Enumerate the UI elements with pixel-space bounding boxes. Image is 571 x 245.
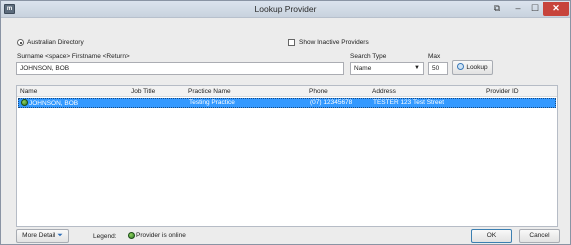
cell-address: TESTER 123 Test Street [373,99,445,106]
restore-layout-icon[interactable]: ⧉ [489,2,505,16]
name-search-input[interactable]: JOHNSON, BOB [16,62,344,75]
maximize-button[interactable]: ☐ [527,2,543,16]
cell-name: JOHNSON, BOB [21,99,78,107]
legend-online: Provider is online [128,232,186,239]
column-header-phone[interactable]: Phone [309,86,328,97]
search-type-value: Name [354,65,372,72]
cell-name-text: JOHNSON, BOB [29,100,79,107]
cell-phone: (07) 12345678 [310,99,353,106]
show-inactive-label: Show Inactive Providers [299,39,369,46]
magnifier-icon [457,63,465,70]
max-results-input[interactable]: 50 [428,62,448,75]
lookup-provider-dialog: m Lookup Provider ⧉ – ☐ ✕ Australian Dir… [0,0,571,245]
lookup-button-label: Lookup [466,64,488,71]
dropdown-arrow-icon[interactable]: ▼ [414,63,420,74]
more-detail-button[interactable]: More Detail ⏷ [16,229,69,243]
chevron-down-icon: ⏷ [57,232,63,239]
search-type-select[interactable]: Name ▼ [350,62,424,75]
name-search-hint: Surname <space> Firstname <Return> [17,53,130,60]
more-detail-label: More Detail [22,232,56,239]
show-inactive-checkbox[interactable]: Show Inactive Providers [288,39,369,46]
search-type-label: Search Type [350,53,387,60]
lookup-button[interactable]: Lookup [452,60,493,75]
legend-label: Legend: [93,233,117,240]
window-title: Lookup Provider [254,4,317,14]
cancel-button[interactable]: Cancel [519,229,560,243]
provider-online-icon [128,232,135,239]
minimize-button[interactable]: – [510,2,526,16]
radio-selected-icon[interactable] [17,39,24,46]
australian-directory-label: Australian Directory [27,39,84,46]
column-header-provider-id[interactable]: Provider ID [486,86,519,97]
grid-header: Name Job Title Practice Name Phone Addre… [17,86,557,97]
column-header-name[interactable]: Name [20,86,37,97]
legend-online-text: Provider is online [136,232,186,239]
cell-practice-name: Testing Practice [189,99,235,106]
checkbox-box[interactable] [288,39,295,46]
ok-button[interactable]: OK [471,229,512,243]
column-header-practice-name[interactable]: Practice Name [188,86,231,97]
column-header-address[interactable]: Address [372,86,396,97]
title-bar[interactable]: m Lookup Provider ⧉ – ☐ ✕ [1,1,570,18]
provider-results-grid[interactable]: Name Job Title Practice Name Phone Addre… [16,85,558,227]
column-header-job-title[interactable]: Job Title [131,86,155,97]
provider-online-icon [21,99,28,106]
max-label: Max [428,53,441,60]
australian-directory-radio[interactable]: Australian Directory [17,39,84,46]
table-row[interactable]: JOHNSON, BOB Testing Practice (07) 12345… [18,98,556,108]
close-button[interactable]: ✕ [543,2,569,16]
